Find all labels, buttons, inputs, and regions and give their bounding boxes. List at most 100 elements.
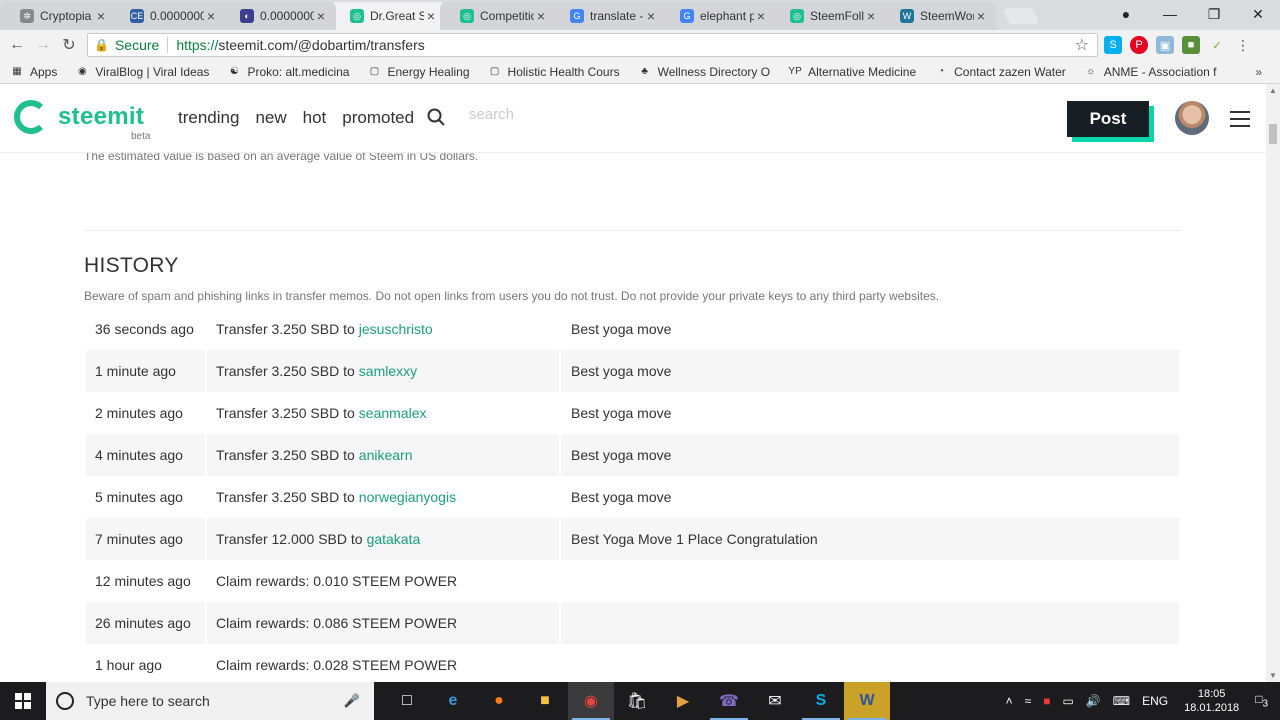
menu-icon[interactable] <box>1230 111 1250 127</box>
tab-close-icon[interactable]: × <box>534 8 548 24</box>
recipient-link[interactable]: seanmalex <box>359 405 427 421</box>
profile-icon[interactable]: ● <box>1104 6 1148 22</box>
url-protocol: https:// <box>176 37 219 53</box>
address-bar[interactable]: 🔒 Secure https://steemit.com/@dobartim/t… <box>87 33 1098 57</box>
browser-tab[interactable]: ◐ 0.00000001× <box>220 2 336 30</box>
clock[interactable]: 18:05 18.01.2018 <box>1184 687 1239 715</box>
reload-button[interactable]: ↻ <box>56 35 82 55</box>
store-icon[interactable]: 🛍 <box>614 682 660 720</box>
microphone-icon[interactable]: 🎤 <box>344 693 360 709</box>
notifications-icon[interactable]: □3 <box>1255 692 1268 709</box>
skype-extension-icon[interactable]: S <box>1104 36 1122 54</box>
screenshot-extension-icon[interactable]: ▣ <box>1156 36 1174 54</box>
recipient-link[interactable]: anikearn <box>359 447 413 463</box>
bookmark-item[interactable]: ▦ Apps <box>10 65 57 79</box>
avatar[interactable] <box>1175 101 1209 135</box>
bookmark-star-icon[interactable]: ☆ <box>1075 35 1089 55</box>
logo-beta: beta <box>131 131 151 142</box>
antivirus-icon[interactable]: ■ <box>1043 694 1050 708</box>
logo-text[interactable]: steemit <box>58 103 144 131</box>
tab-close-icon[interactable]: × <box>864 8 878 24</box>
post-button[interactable]: Post <box>1067 101 1149 137</box>
browser-tab[interactable]: ◎ Competitio × <box>440 2 556 30</box>
tab-close-icon[interactable]: × <box>314 8 328 24</box>
task-view-icon[interactable]: □ <box>384 682 430 720</box>
tab-close-icon[interactable]: × <box>974 8 988 24</box>
search-icon[interactable] <box>427 108 445 126</box>
pinterest-extension-icon[interactable]: P <box>1130 36 1148 54</box>
table-row: 1 hour ago Claim rewards: 0.028 STEEM POW… <box>86 644 1179 682</box>
restore-button[interactable]: ❐ <box>1192 6 1236 23</box>
nav-hot[interactable]: hot <box>303 108 327 128</box>
forward-button[interactable]: → <box>30 36 56 54</box>
bookmark-item[interactable]: ◔ Contact zazen Water <box>934 65 1066 79</box>
transfer-operation: Transfer 3.250 SBD to <box>216 363 355 379</box>
taskbar-search[interactable]: Type here to search 🎤 <box>46 682 374 720</box>
language-indicator[interactable]: ENG <box>1142 694 1168 708</box>
scroll-down-icon[interactable]: ▼ <box>1269 671 1277 680</box>
nav-trending[interactable]: trending <box>178 108 239 128</box>
volume-icon[interactable]: 🔊 <box>1086 694 1101 708</box>
tab-close-icon[interactable]: × <box>754 8 768 24</box>
tab-close-icon[interactable]: × <box>424 8 438 24</box>
word-icon[interactable]: W <box>844 682 890 720</box>
recipient-link[interactable]: gatakata <box>367 531 421 547</box>
browser-tab[interactable]: ◎ SteemFollo× <box>770 2 886 30</box>
tab-close-icon[interactable]: × <box>94 8 108 24</box>
tab-close-icon[interactable]: × <box>204 8 218 24</box>
nav-new[interactable]: new <box>255 108 286 128</box>
scroll-up-icon[interactable]: ▲ <box>1269 86 1277 95</box>
browser-tab[interactable]: ◎ Dr.Great Su× <box>330 2 446 30</box>
browser-tab[interactable]: ✲ Cryptopia - × <box>0 2 116 30</box>
system-tray: ˄ ≈ ■ ▭ 🔊 ⌨ ENG 18:05 18.01.2018 □3 <box>1000 682 1280 720</box>
back-button[interactable]: ← <box>4 36 30 54</box>
steemit-logo-icon[interactable] <box>14 100 48 134</box>
bookmark-label: Wellness Directory O <box>657 64 771 79</box>
chrome-icon[interactable]: ◉ <box>568 682 614 720</box>
bookmark-item[interactable]: ☼ ANME - Association f <box>1084 65 1216 79</box>
keyboard-icon[interactable]: ⌨ <box>1113 694 1130 708</box>
mail-icon[interactable]: ✉ <box>752 682 798 720</box>
viber-icon[interactable]: ☎ <box>706 682 752 720</box>
browser-tab[interactable]: Gelephant pa× <box>660 2 776 30</box>
media-icon[interactable]: ▶ <box>660 682 706 720</box>
new-tab-button[interactable] <box>1003 8 1039 24</box>
menu-dots-icon[interactable]: ⋮ <box>1234 36 1252 54</box>
recipient-link[interactable]: norwegianyogis <box>359 489 456 505</box>
bookmark-item[interactable]: ♣ Wellness Directory O <box>638 65 770 79</box>
tab-close-icon[interactable]: × <box>644 8 658 24</box>
page-icon: ▢ <box>489 66 500 77</box>
firefox-icon[interactable]: ● <box>476 682 522 720</box>
transfer-operation-cell: Claim rewards: 0.010 STEEM POWER <box>205 560 559 602</box>
edge-icon[interactable]: e <box>430 682 476 720</box>
bookmarks-more-icon[interactable]: » <box>1255 65 1262 79</box>
photo-extension-icon[interactable]: ■ <box>1182 36 1200 54</box>
transfer-operation: Claim rewards: 0.086 STEEM POWER <box>216 615 458 631</box>
browser-tab[interactable]: W SteemWorl × <box>880 2 996 30</box>
search-input[interactable] <box>469 106 619 123</box>
recipient-link[interactable]: jesuschristo <box>359 321 433 337</box>
skype-icon[interactable]: S <box>798 682 844 720</box>
minimize-button[interactable]: — <box>1148 6 1192 22</box>
scrollbar-thumb[interactable] <box>1269 124 1277 144</box>
network-icon[interactable]: ≈ <box>1025 694 1032 708</box>
check-extension-icon[interactable]: ✓ <box>1208 36 1226 54</box>
browser-tab[interactable]: CE 0.00000001× <box>110 2 226 30</box>
close-window-button[interactable]: ✕ <box>1236 6 1280 23</box>
bookmark-item[interactable]: ▢ Energy Healing <box>367 64 470 79</box>
file-explorer-icon[interactable]: ■ <box>522 682 568 720</box>
start-button[interactable] <box>0 682 46 720</box>
recipient-link[interactable]: samlexxy <box>359 363 417 379</box>
browser-tab[interactable]: Gtranslate - G× <box>550 2 666 30</box>
bookmark-label: Energy Healing <box>387 64 470 79</box>
show-hidden-icons-icon[interactable]: ˄ <box>1006 694 1013 708</box>
battery-icon[interactable]: ▭ <box>1062 694 1073 708</box>
bookmark-item[interactable]: ◉ ViralBlog | Viral Ideas <box>75 65 209 79</box>
bookmark-item[interactable]: YP Alternative Medicine <box>788 65 916 79</box>
nav-promoted[interactable]: promoted <box>342 108 414 128</box>
bookmark-item[interactable]: ▢ Holistic Health Cours <box>488 65 620 79</box>
clock-time: 18:05 <box>1197 688 1226 700</box>
lock-icon: 🔒 <box>94 38 109 52</box>
bookmark-item[interactable]: ☯ Proko: alt.medicina <box>227 65 350 79</box>
page-scrollbar[interactable]: ▲ ▼ <box>1266 84 1280 682</box>
